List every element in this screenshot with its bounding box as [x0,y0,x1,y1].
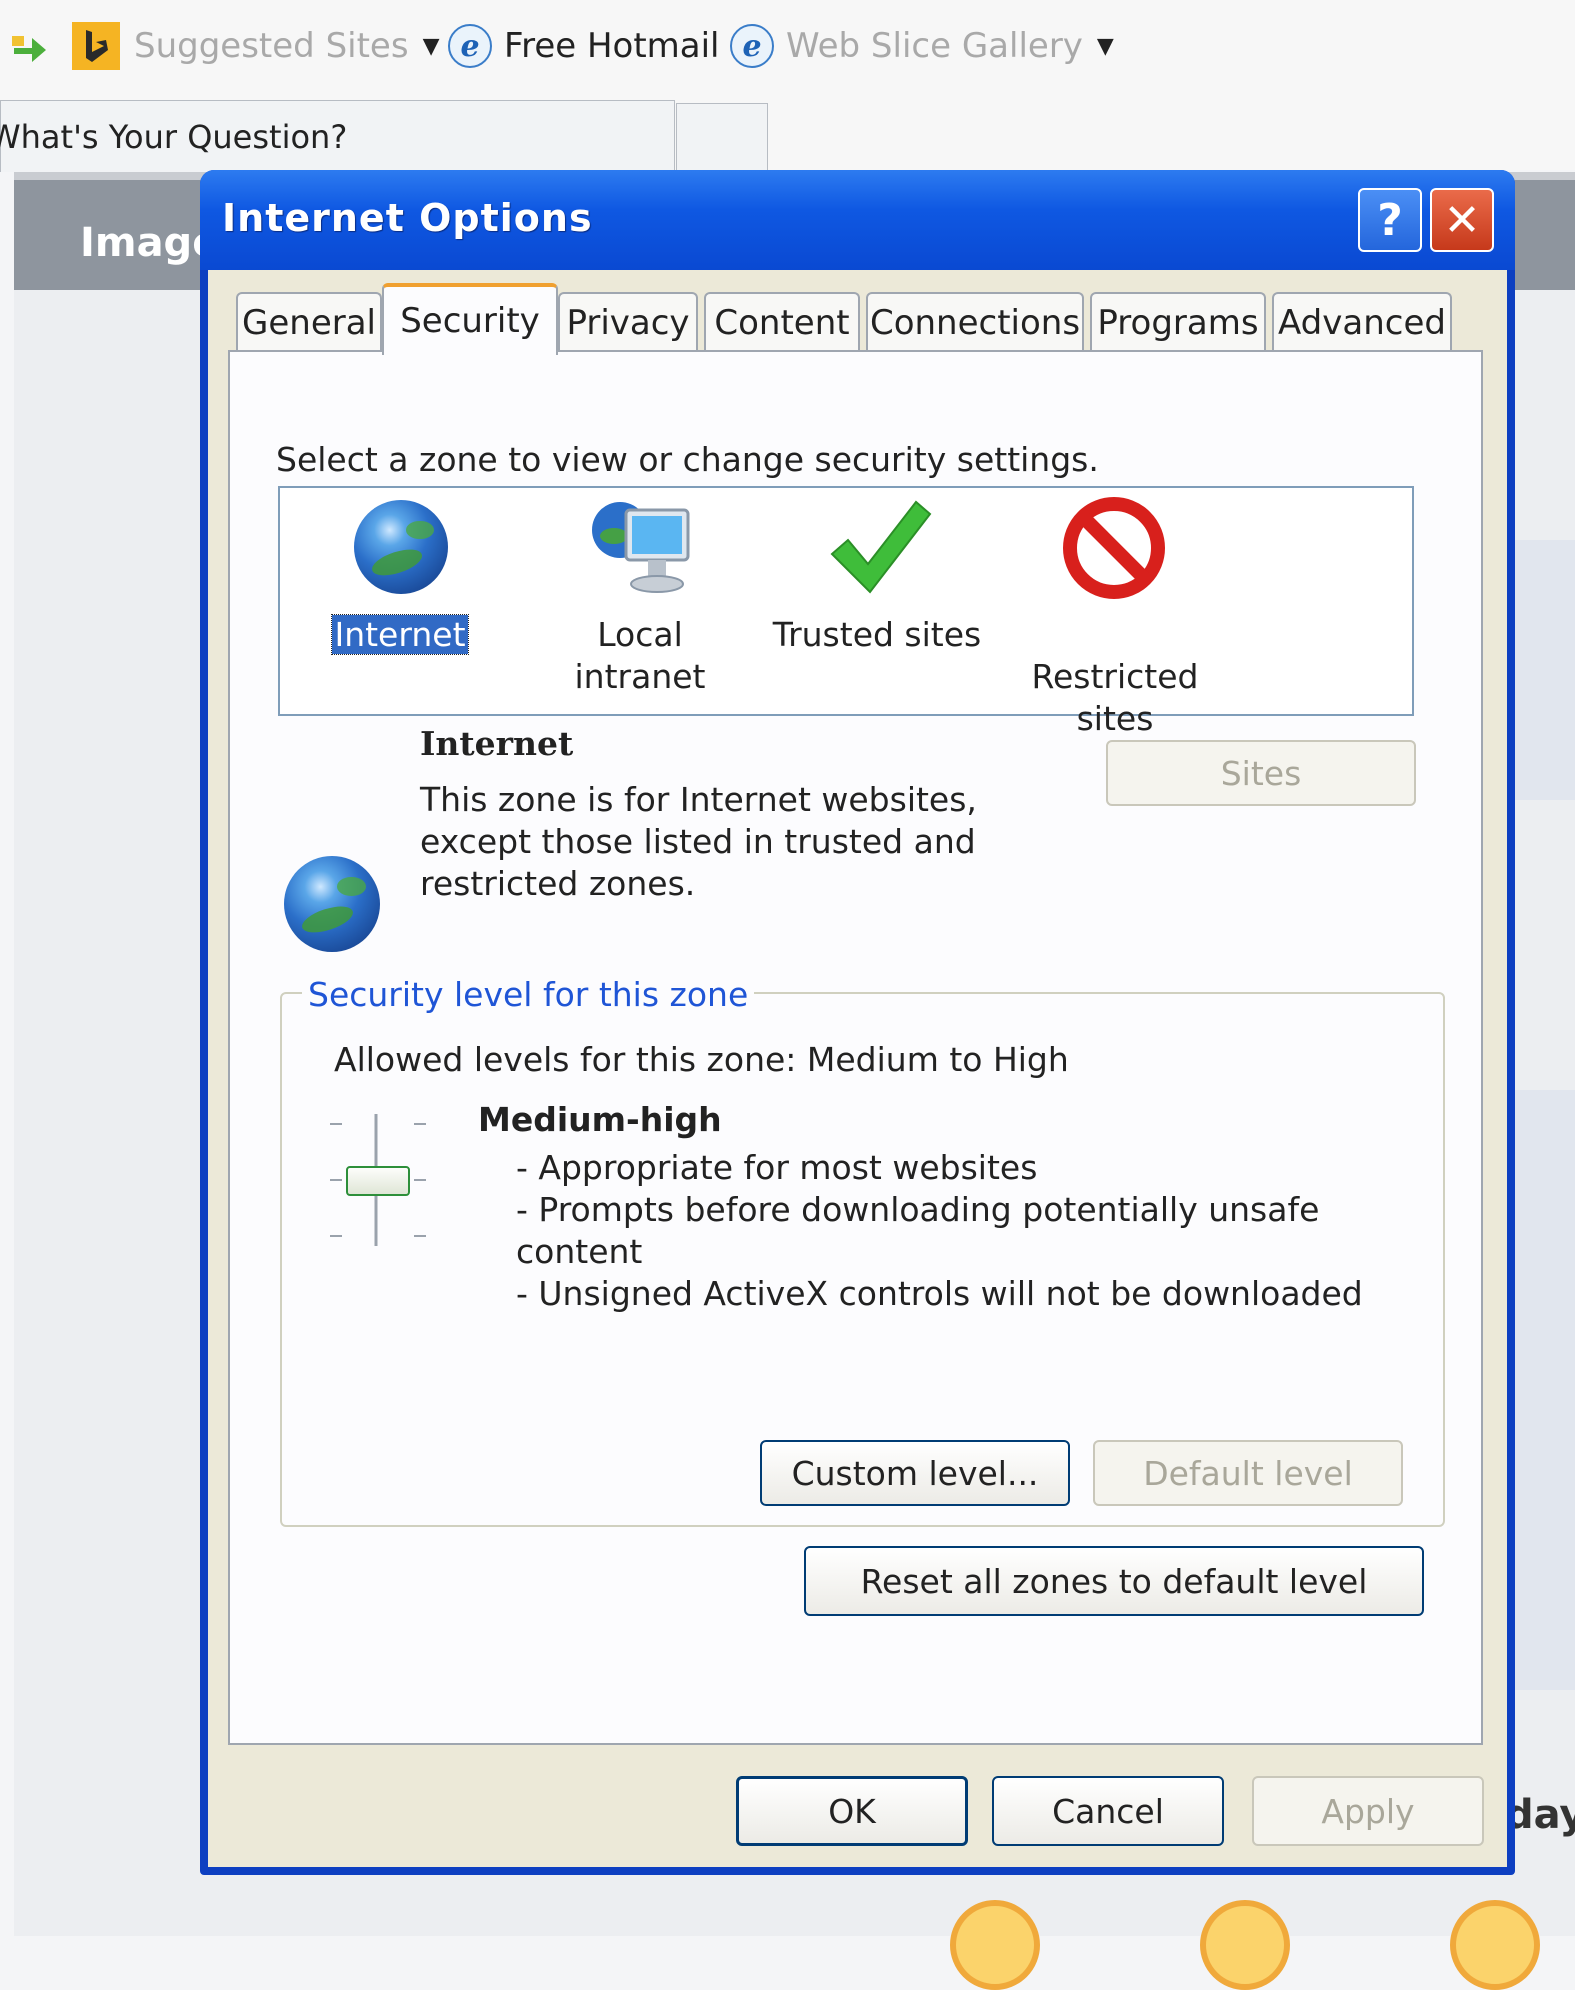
background-panel [1505,540,1575,800]
sun-icon [950,1900,1040,1990]
zone-label: Restricted sites [1031,657,1199,738]
zone-label: Internet [331,614,469,655]
tab-label: Security [400,301,540,341]
tab-content[interactable]: Content [704,292,860,352]
tab-label: Programs [1097,303,1259,343]
background-text: day [1505,1792,1575,1838]
help-icon: ? [1377,194,1403,246]
security-level-bullet: - Unsigned ActiveX controls will not be … [516,1274,1363,1313]
zone-label: Trusted sites [772,615,982,654]
globe-icon [284,856,380,952]
select-zone-prompt: Select a zone to view or change security… [276,440,1099,479]
zone-local-intranet[interactable]: Local intranet [530,614,750,698]
security-level-bullet: - Prompts before downloading potentially… [516,1190,1320,1229]
tab-label: Privacy [566,303,690,343]
favorites-arrow-icon[interactable] [10,18,50,74]
web-slice-gallery-label: Web Slice Gallery [786,26,1083,66]
allowed-levels-text: Allowed levels for this zone: Medium to … [334,1040,1069,1079]
intranet-icon[interactable] [590,496,700,600]
sun-icon [1450,1900,1540,1990]
checkmark-icon[interactable] [826,496,936,600]
new-tab-button[interactable] [676,103,768,172]
zone-restricted-sites[interactable]: Restricted sites [1020,614,1210,740]
sites-button[interactable]: Sites [1106,740,1416,806]
button-label: Apply [1321,1791,1415,1831]
custom-level-button[interactable]: Custom level... [760,1440,1070,1506]
zone-description-line: except those listed in trusted and [420,822,976,861]
reset-all-zones-button[interactable]: Reset all zones to default level [804,1546,1424,1616]
free-hotmail-link[interactable]: e Free Hotmail [448,18,720,74]
page-header-text: Image [80,220,220,266]
apply-button[interactable]: Apply [1252,1776,1484,1846]
browser-tab[interactable]: What's Your Question? [0,100,675,172]
tab-connections[interactable]: Connections [866,292,1084,352]
security-level-bullet: content [516,1232,643,1271]
button-label: Sites [1220,753,1302,793]
suggested-sites-link[interactable]: Suggested Sites ▼ [72,18,439,74]
button-label: OK [828,1791,876,1831]
zone-description-line: restricted zones. [420,864,696,903]
security-level-name: Medium-high [478,1100,722,1139]
bing-icon [72,22,120,70]
zone-label: Local intranet [574,615,706,696]
cancel-button[interactable]: Cancel [992,1776,1224,1846]
dialog-title: Internet Options [222,196,593,240]
restricted-icon[interactable] [1062,496,1166,600]
tab-label: General [242,303,376,343]
default-level-button[interactable]: Default level [1093,1440,1403,1506]
zone-description-line: This zone is for Internet websites, [420,780,977,819]
group-label: Security level for this zone [302,975,755,1014]
button-label: Custom level... [791,1453,1039,1493]
close-icon: ✕ [1443,194,1481,246]
security-level-bullet: - Appropriate for most websites [516,1148,1038,1187]
tab-programs[interactable]: Programs [1090,292,1266,352]
button-label: Reset all zones to default level [860,1561,1368,1601]
zone-info-title: Internet [420,724,574,763]
favorites-bar: Suggested Sites ▼ e Free Hotmail e Web S… [0,0,1575,90]
tab-label: Content [714,303,850,343]
web-slice-gallery-link[interactable]: e Web Slice Gallery ▼ [730,18,1114,74]
browser-tab-title: What's Your Question? [0,117,348,156]
ie-icon: e [730,24,774,68]
ok-button[interactable]: OK [736,1776,968,1846]
button-label: Default level [1143,1453,1353,1493]
help-button[interactable]: ? [1358,188,1422,252]
tab-label: Connections [869,303,1081,343]
free-hotmail-label: Free Hotmail [504,26,720,66]
globe-icon[interactable] [354,500,448,594]
tab-advanced[interactable]: Advanced [1272,292,1452,352]
chevron-down-icon[interactable]: ▼ [423,34,440,59]
background-panel [1505,1090,1575,1690]
sun-icon [1200,1900,1290,1990]
zone-trusted-sites[interactable]: Trusted sites [772,614,982,656]
chevron-down-icon[interactable]: ▼ [1097,34,1114,59]
suggested-sites-label: Suggested Sites [134,26,409,66]
tab-general[interactable]: General [236,292,382,352]
tab-privacy[interactable]: Privacy [558,292,698,352]
slider-thumb[interactable] [346,1166,410,1196]
close-button[interactable]: ✕ [1430,188,1494,252]
tab-security[interactable]: Security [382,283,558,355]
zone-internet[interactable]: Internet [320,614,480,656]
ie-icon: e [448,24,492,68]
button-label: Cancel [1052,1791,1164,1831]
tab-label: Advanced [1278,303,1446,343]
